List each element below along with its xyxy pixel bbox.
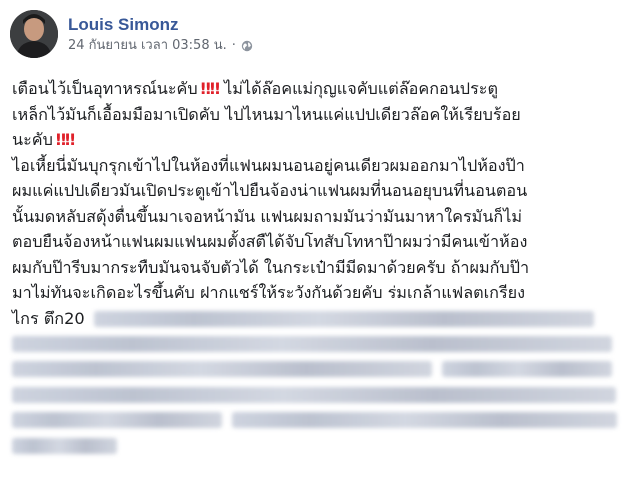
blurred-line: [12, 408, 624, 434]
blurred-text: [12, 437, 117, 454]
post-meta: Louis Simonz 24 กันยายน เวลา 03:58 น. ·: [68, 14, 253, 55]
post-header: Louis Simonz 24 กันยายน เวลา 03:58 น. ·: [10, 10, 253, 58]
post-text: ไม่ได้ล๊อคแม่กุญแจคับแต่ล๊อคกอนประตู: [224, 79, 498, 98]
avatar[interactable]: [10, 10, 58, 58]
post-text-line: นะคับ ‼‼: [12, 127, 624, 153]
author-name[interactable]: Louis Simonz: [68, 14, 253, 36]
post-text-line: ผมแค่แปปเดียวมันเปิดประตูเข้าไปยืนจ้องน่…: [12, 181, 528, 200]
blurred-text: [12, 361, 432, 378]
post-text-line: เหล็กไว้มันก็เอื้อมมือมาเปิดคับ ไปไหนมาไ…: [12, 104, 521, 124]
post-timestamp[interactable]: 24 กันยายน เวลา 03:58 น.: [68, 37, 227, 55]
post-body: เตือนไว้เป็นอุทาหรณ์นะคับ ‼‼ ไม่ได้ล๊อคแม…: [12, 76, 624, 459]
blurred-text: [232, 412, 617, 429]
double-exclamation-emoji: ‼‼: [200, 79, 220, 98]
blurred-line: [12, 331, 624, 357]
post-text: ไกร ตึก20: [12, 308, 85, 328]
blurred-text: [93, 311, 594, 327]
blurred-text: [442, 361, 612, 378]
post-text-line: ตอบยืนจ้องหน้าแฟนผมแฟนผมตั้งสตืได้จับโทส…: [12, 232, 528, 251]
blurred-text: [12, 386, 616, 403]
blurred-text: [12, 335, 612, 352]
post-subline: 24 กันยายน เวลา 03:58 น. ·: [68, 37, 253, 55]
post-text-line: มาไม่ทันจะเกิดอะไรขึ้นคับ ฝากแชร์ให้ระวั…: [12, 283, 526, 302]
post-text-line: ผมกับป๊ารีบมากระทืบมันจนจับตัวได้ ในกระเ…: [12, 257, 530, 277]
blurred-line: [12, 433, 624, 459]
blurred-line: [12, 382, 624, 408]
blurred-text: [12, 412, 222, 429]
post-text-line: ไกร ตึก20: [12, 306, 624, 332]
post-text-line: เตือนไว้เป็นอุทาหรณ์นะคับ ‼‼ ไม่ได้ล๊อคแม…: [12, 76, 624, 102]
post-text-line: ไอเหี้ยนี่มันบุกรุกเข้าไปในห้องที่แฟนผมน…: [12, 155, 525, 175]
post-text: นะคับ: [12, 130, 53, 149]
avatar-image: [10, 10, 58, 58]
blurred-line: [12, 357, 624, 383]
facebook-post: Louis Simonz 24 กันยายน เวลา 03:58 น. · …: [0, 0, 636, 491]
double-exclamation-emoji: ‼‼: [55, 130, 75, 149]
separator: ·: [231, 37, 236, 53]
post-text-line: นั้นมดหลับสดุ้งตื่นขึ้นมาเจอหน้ามัน แฟนผ…: [12, 206, 523, 226]
globe-icon[interactable]: [241, 40, 253, 52]
post-text: เตือนไว้เป็นอุทาหรณ์นะคับ: [12, 79, 198, 98]
